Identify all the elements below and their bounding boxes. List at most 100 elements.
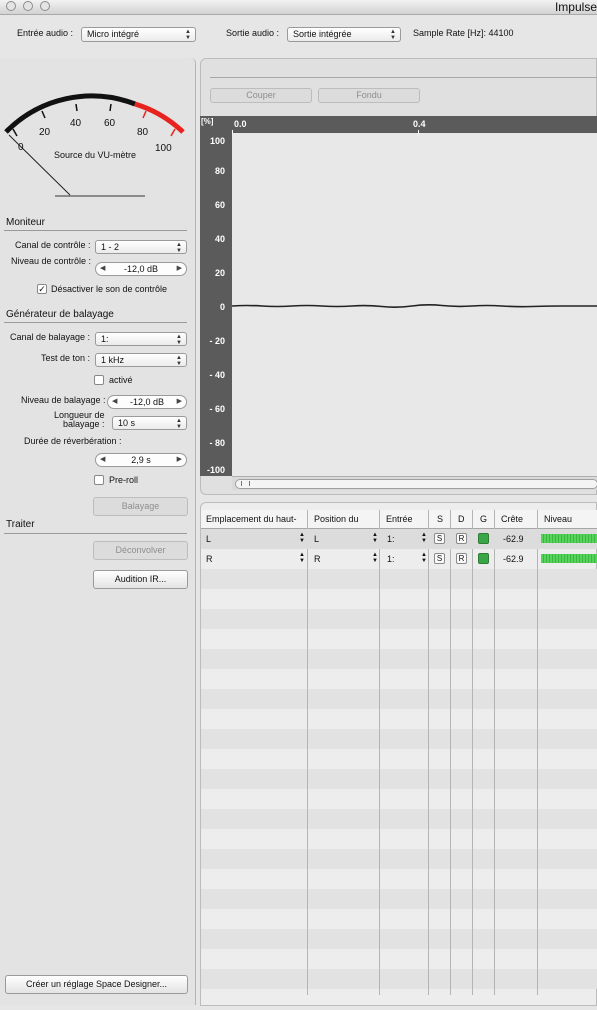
- decrement-arrow-icon[interactable]: ◀: [100, 454, 105, 466]
- amplitude-unit-label: [%]: [201, 117, 214, 126]
- sweep-channel-label: Canal de balayage :: [10, 332, 91, 342]
- zoom-window-button[interactable]: [40, 1, 50, 11]
- row-input[interactable]: 1:: [387, 534, 395, 544]
- vu-tick: [75, 103, 78, 112]
- sample-rate-readout: Sample Rate [Hz]: 44100: [413, 28, 514, 38]
- sweep-button[interactable]: Balayage: [93, 497, 188, 516]
- lock-icon[interactable]: [478, 533, 489, 544]
- divider: [4, 230, 187, 231]
- monitor-section-title: Moniteur: [6, 217, 45, 228]
- amplitude-tick-label: 100: [209, 136, 225, 146]
- scroll-thumb[interactable]: [235, 479, 597, 489]
- increment-arrow-icon[interactable]: ▶: [177, 396, 182, 408]
- tone-active-checkbox[interactable]: [94, 375, 104, 385]
- vu-tick: [109, 103, 112, 112]
- reverb-time-stepper[interactable]: ◀ 2,9 s ▶: [95, 453, 187, 467]
- tone-active-label: activé: [109, 375, 133, 385]
- sweep-level-value: -12,0 dB: [129, 397, 165, 407]
- vu-tick: [170, 128, 176, 137]
- col-header-level[interactable]: Niveau: [544, 514, 572, 524]
- solo-button[interactable]: S: [434, 553, 445, 564]
- column-divider: [450, 510, 451, 995]
- amplitude-tick-label: - 40: [209, 370, 225, 380]
- decrement-arrow-icon[interactable]: ◀: [100, 263, 105, 275]
- col-header-input[interactable]: Entrée: [386, 514, 413, 524]
- table-row[interactable]: [201, 529, 597, 549]
- amplitude-tick-label: - 80: [209, 438, 225, 448]
- cut-button[interactable]: Couper: [210, 88, 312, 103]
- vu-scale-label: 40: [70, 118, 82, 129]
- audition-ir-button[interactable]: Audition IR...: [93, 570, 188, 589]
- monitor-mute-checkbox[interactable]: ✓: [37, 284, 47, 294]
- amplitude-tick-label: 40: [214, 234, 225, 244]
- row-position[interactable]: L: [314, 534, 319, 544]
- record-button[interactable]: R: [456, 553, 467, 564]
- col-header-solo[interactable]: S: [437, 514, 443, 524]
- col-header-peak[interactable]: Crête: [501, 514, 523, 524]
- time-tick-label: 0.4: [413, 119, 426, 129]
- amplitude-tick-label: 20: [214, 268, 225, 278]
- monitor-level-value: -12,0 dB: [123, 264, 159, 274]
- amplitude-tick-label: -100: [206, 465, 225, 475]
- sweep-channel-popup[interactable]: 1: ▲ ▼: [95, 332, 187, 346]
- row-speaker[interactable]: R: [206, 554, 213, 564]
- amplitude-tick-label: - 20: [209, 336, 225, 346]
- lock-icon[interactable]: [478, 553, 489, 564]
- scroll-grip-icon: [241, 481, 250, 486]
- audio-out-popup[interactable]: Sortie intégrée ▲ ▼: [287, 27, 401, 42]
- decrement-arrow-icon[interactable]: ◀: [112, 396, 117, 408]
- process-section-title: Traiter: [6, 519, 35, 530]
- sweep-section-title: Générateur de balayage: [6, 309, 114, 320]
- row-input[interactable]: 1:: [387, 554, 395, 564]
- horizontal-scrollbar[interactable]: [232, 476, 597, 490]
- time-tick: [232, 130, 233, 134]
- audio-in-label: Entrée audio :: [17, 28, 74, 38]
- divider: [210, 77, 597, 78]
- row-speaker[interactable]: L: [206, 534, 211, 544]
- preroll-label: Pre-roll: [109, 475, 139, 485]
- monitor-channel-value: 1 - 2: [101, 242, 120, 252]
- column-divider: [379, 510, 380, 995]
- col-header-speaker[interactable]: Emplacement du haut-: [206, 514, 297, 524]
- popup-arrows-icon: ▲ ▼: [176, 242, 182, 254]
- time-ruler[interactable]: [200, 116, 597, 133]
- tone-test-value: 1 kHz: [101, 355, 125, 365]
- sweep-length-popup[interactable]: 10 s ▲ ▼: [112, 416, 187, 430]
- col-header-lock[interactable]: G: [480, 514, 487, 524]
- amplitude-tick-label: 60: [214, 200, 225, 210]
- audio-out-label: Sortie audio :: [226, 28, 280, 38]
- monitor-level-stepper[interactable]: ◀ -12,0 dB ▶: [95, 262, 187, 276]
- create-space-designer-button[interactable]: Créer un réglage Space Designer...: [5, 975, 188, 994]
- divider: [4, 533, 187, 534]
- audio-out-value: Sortie intégrée: [293, 29, 352, 39]
- tone-test-popup[interactable]: 1 kHz ▲ ▼: [95, 353, 187, 367]
- time-tick: [418, 130, 419, 134]
- deconvolve-button[interactable]: Déconvolver: [93, 541, 188, 560]
- sweep-channel-value: 1:: [101, 334, 109, 344]
- increment-arrow-icon[interactable]: ▶: [177, 454, 182, 466]
- preroll-checkbox[interactable]: [94, 475, 104, 485]
- popup-arrows-icon: ▲ ▼: [372, 552, 378, 564]
- row-position[interactable]: R: [314, 554, 321, 564]
- audio-in-popup[interactable]: Micro intégré ▲ ▼: [81, 27, 196, 42]
- vu-tick: [41, 110, 46, 119]
- row-peak: -62.9: [503, 554, 524, 564]
- vu-scale-label: 100: [155, 143, 172, 154]
- record-button[interactable]: R: [456, 533, 467, 544]
- popup-arrows-icon: ▲ ▼: [185, 29, 191, 41]
- col-header-record[interactable]: D: [458, 514, 465, 524]
- solo-button[interactable]: S: [434, 533, 445, 544]
- waveform-trace: [232, 304, 597, 308]
- vu-scale-label: 60: [104, 118, 116, 129]
- minimize-window-button[interactable]: [23, 1, 33, 11]
- audio-in-value: Micro intégré: [87, 29, 140, 39]
- amplitude-tick-label: - 60: [209, 404, 225, 414]
- popup-arrows-icon: ▲ ▼: [299, 532, 305, 544]
- sweep-level-stepper[interactable]: ◀ -12,0 dB ▶: [107, 395, 187, 409]
- close-window-button[interactable]: [6, 1, 16, 11]
- col-header-position[interactable]: Position du: [314, 514, 359, 524]
- fade-button[interactable]: Fondu: [318, 88, 420, 103]
- increment-arrow-icon[interactable]: ▶: [177, 263, 182, 275]
- popup-arrows-icon: ▲ ▼: [176, 334, 182, 346]
- monitor-channel-popup[interactable]: 1 - 2 ▲ ▼: [95, 240, 187, 254]
